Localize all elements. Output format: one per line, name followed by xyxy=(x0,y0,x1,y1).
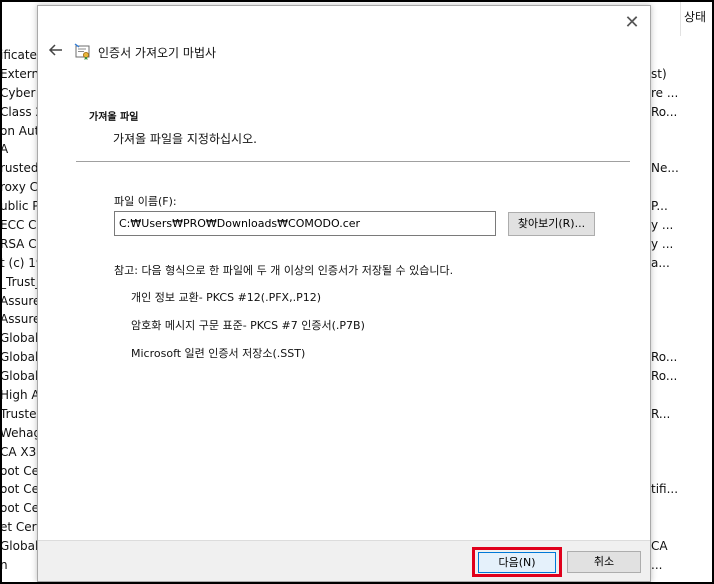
wizard-title: 인증서 가져오기 마법사 xyxy=(98,45,217,60)
browse-button[interactable]: 찾아보기(R)... xyxy=(508,212,595,236)
list-item[interactable]: oot Cer xyxy=(0,462,38,481)
close-icon[interactable]: ✕ xyxy=(622,14,642,34)
list-item[interactable] xyxy=(650,178,714,197)
list-item[interactable]: oot Cer xyxy=(0,499,38,518)
list-item[interactable]: Global xyxy=(0,367,38,386)
list-item[interactable]: CA X3 xyxy=(0,443,38,462)
list-item[interactable]: st) xyxy=(650,65,714,84)
list-item[interactable]: Assured xyxy=(0,292,38,311)
list-item[interactable]: Ne... xyxy=(650,159,714,178)
next-button[interactable]: 다음(N) xyxy=(478,552,556,573)
list-item[interactable] xyxy=(650,424,714,443)
separator xyxy=(76,161,630,162)
list-item[interactable]: y ... xyxy=(650,216,714,235)
format-item-p7b: 암호화 메시지 구문 표준- PKCS #7 인증서(.P7B) xyxy=(131,319,365,332)
list-item[interactable]: n xyxy=(0,556,38,575)
list-item[interactable]: Externa xyxy=(0,65,38,84)
list-item[interactable]: Trusted xyxy=(0,405,38,424)
list-item[interactable]: ... xyxy=(650,556,714,575)
back-arrow-icon[interactable] xyxy=(46,42,66,62)
wizard-header: 인증서 가져오기 마법사 xyxy=(46,40,216,64)
list-item[interactable]: _Trust_ xyxy=(0,273,38,292)
list-item[interactable]: P... xyxy=(650,197,714,216)
list-item[interactable] xyxy=(650,499,714,518)
list-item[interactable]: on Aut xyxy=(0,122,38,141)
list-item[interactable] xyxy=(650,518,714,537)
list-item[interactable]: oot Cer xyxy=(0,480,38,499)
list-item[interactable]: Wehag xyxy=(0,424,38,443)
background-cert-list-left: ificate Externa Cyber Class 2 on Aut A r… xyxy=(0,46,38,582)
list-item[interactable]: Ro... xyxy=(650,103,714,122)
list-item[interactable]: ECC C xyxy=(0,216,38,235)
list-item[interactable]: Global xyxy=(0,348,38,367)
wizard-footer: 다음(N) 취소 xyxy=(38,540,650,581)
list-item[interactable]: Ro... xyxy=(650,367,714,386)
list-item[interactable] xyxy=(650,462,714,481)
list-item[interactable] xyxy=(650,386,714,405)
certificate-wizard-icon xyxy=(74,43,92,61)
cancel-button[interactable]: 취소 xyxy=(567,551,641,573)
list-item[interactable]: High A xyxy=(0,386,38,405)
list-item[interactable] xyxy=(650,292,714,311)
list-item[interactable] xyxy=(650,443,714,462)
list-item[interactable] xyxy=(650,46,714,65)
list-item[interactable]: R... xyxy=(650,405,714,424)
file-name-input[interactable] xyxy=(114,211,496,236)
list-item[interactable]: a... xyxy=(650,254,714,273)
format-item-sst: Microsoft 일련 인증서 저장소(.SST) xyxy=(131,347,306,360)
format-item-pfx: 개인 정보 교환- PKCS #12(.PFX,.P12) xyxy=(131,291,321,304)
file-name-label: 파일 이름(F): xyxy=(114,195,177,208)
list-item[interactable]: Global xyxy=(0,329,38,348)
section-title: 가져올 파일 xyxy=(89,112,139,123)
list-item[interactable]: ificate xyxy=(0,46,38,65)
list-item[interactable]: roxy CA xyxy=(0,178,38,197)
list-item[interactable]: t (c) 19 xyxy=(0,254,38,273)
list-item[interactable]: rusted xyxy=(0,159,38,178)
list-item[interactable] xyxy=(650,310,714,329)
list-item[interactable]: A xyxy=(0,140,38,159)
list-item[interactable]: re ... xyxy=(650,84,714,103)
list-item[interactable] xyxy=(650,140,714,159)
list-item[interactable]: Cyber xyxy=(0,84,38,103)
certificate-import-wizard-dialog: ✕ 인증서 가져오기 마법사 가져올 파일 가져올 파일을 지정하십시오. 파일… xyxy=(37,5,651,582)
background-cert-list-right: st) re ... Ro... Ne... P... y ... y ... … xyxy=(650,46,714,582)
list-item[interactable]: Assured xyxy=(0,310,38,329)
status-column-header[interactable]: 상태 xyxy=(684,8,706,25)
list-item[interactable] xyxy=(650,329,714,348)
background-list-header: 상태 xyxy=(650,0,712,40)
list-item[interactable]: et Certi xyxy=(0,518,38,537)
list-item[interactable]: RSA C xyxy=(0,235,38,254)
list-item[interactable]: ublic P xyxy=(0,197,38,216)
list-item[interactable] xyxy=(650,273,714,292)
section-description: 가져올 파일을 지정하십시오. xyxy=(113,132,257,146)
list-item[interactable]: Ro... xyxy=(650,348,714,367)
format-note: 참고: 다음 형식으로 한 파일에 두 개 이상의 인증서가 저장될 수 있습니… xyxy=(114,264,454,277)
column-divider xyxy=(680,0,681,36)
list-item[interactable]: Class 2 xyxy=(0,103,38,122)
list-item[interactable]: CA xyxy=(650,537,714,556)
list-item[interactable] xyxy=(650,122,714,141)
list-item[interactable]: Global xyxy=(0,537,38,556)
list-item[interactable]: y ... xyxy=(650,235,714,254)
list-item[interactable]: tifi... xyxy=(650,480,714,499)
